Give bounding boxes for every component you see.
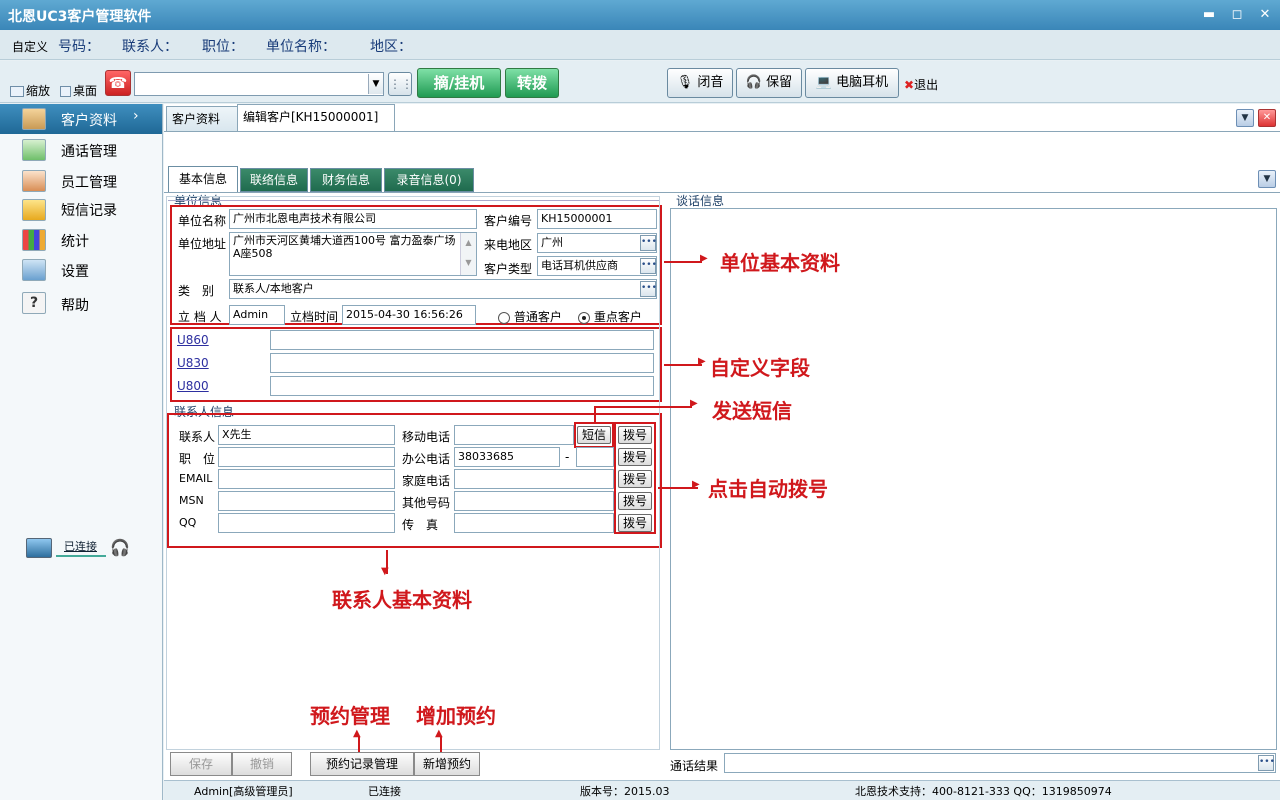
close-tab-icon[interactable]: ✕ bbox=[1258, 109, 1276, 127]
tab-recording-info[interactable]: 录音信息(0) bbox=[384, 168, 474, 192]
save-button[interactable]: 保存 bbox=[170, 752, 232, 776]
tab-contact-info[interactable]: 联络信息 bbox=[240, 168, 308, 192]
annotation-dial: 点击自动拨号 bbox=[708, 477, 828, 501]
section-talk: 谈话信息 bbox=[676, 194, 725, 208]
status-connection: 已连接 bbox=[368, 785, 401, 798]
company-label: 单位名称： bbox=[266, 39, 336, 55]
annotation-arrow bbox=[440, 736, 442, 752]
region-label: 地区： bbox=[370, 39, 412, 55]
keypad-icon[interactable]: ⋮⋮ bbox=[388, 72, 413, 96]
status-support: 北恩技术支持：400-8121-333 QQ：1319850974 bbox=[855, 785, 1112, 798]
chart-icon bbox=[22, 229, 46, 251]
sidebar-item-label: 设置 bbox=[61, 264, 89, 280]
annotation-company: 单位基本资料 bbox=[720, 251, 840, 275]
computer-headset-icon: 💻 bbox=[815, 75, 833, 90]
arrowhead-icon: ▶ bbox=[698, 356, 706, 367]
desktop-toggle[interactable]: 桌面 bbox=[60, 82, 97, 99]
appointment-manage-button[interactable]: 预约记录管理 bbox=[310, 752, 414, 776]
customer-icon bbox=[22, 108, 46, 130]
title-bar bbox=[0, 0, 1280, 30]
chevron-down-icon[interactable]: ▼ bbox=[1236, 109, 1254, 127]
shrink-icon bbox=[10, 86, 24, 97]
annotation-arrow bbox=[594, 406, 692, 408]
chevron-down-icon[interactable]: ▼ bbox=[1258, 170, 1276, 188]
undo-button[interactable]: 撤销 bbox=[232, 752, 292, 776]
sidebar-item-label: 员工管理 bbox=[61, 175, 117, 191]
shrink-toggle[interactable]: 缩放 bbox=[10, 82, 50, 99]
tab-finance-info[interactable]: 财务信息 bbox=[310, 168, 382, 192]
chevron-down-icon[interactable]: ▼ bbox=[368, 74, 383, 94]
arrowhead-icon: ▶ bbox=[690, 398, 698, 409]
headphone-icon: 🎧 bbox=[745, 75, 763, 90]
pickup-hangup-button[interactable]: 摘/挂机 bbox=[417, 68, 501, 98]
status-bar bbox=[164, 780, 1280, 800]
sidebar-item-label: 通话管理 bbox=[61, 144, 117, 160]
tab-basic-info[interactable]: 基本信息 bbox=[168, 166, 238, 192]
desktop-icon bbox=[60, 86, 71, 97]
call-result-field[interactable] bbox=[724, 753, 1276, 773]
sms-icon bbox=[22, 199, 46, 221]
computer-icon bbox=[26, 538, 52, 558]
dial-number-input[interactable] bbox=[134, 72, 384, 96]
maximize-icon[interactable]: ◻ bbox=[1228, 6, 1246, 24]
sidebar-item-label: 短信记录 bbox=[61, 203, 117, 219]
close-icon[interactable]: ✕ bbox=[1256, 6, 1274, 24]
tab-edit-customer[interactable]: 编辑客户[KH15000001] bbox=[237, 104, 395, 132]
headset-icon: 🎧 bbox=[110, 538, 130, 557]
annotation-appointment-manage: 预约管理 bbox=[310, 704, 390, 728]
sidebar-item-label: 帮助 bbox=[61, 298, 89, 314]
status-user: Admin[高级管理员] bbox=[194, 785, 293, 798]
staff-icon bbox=[22, 170, 46, 192]
number-label: 号码： bbox=[58, 39, 100, 55]
exit-icon: ✖ bbox=[904, 78, 915, 92]
annotation-arrow bbox=[358, 736, 360, 752]
connection-status: 已连接 bbox=[64, 540, 97, 553]
settings-icon bbox=[22, 259, 46, 281]
arrowhead-icon: ▶ bbox=[692, 479, 700, 490]
phone-icon[interactable]: ☎ bbox=[105, 70, 131, 96]
transfer-button[interactable]: 转拨 bbox=[505, 68, 559, 98]
sidebar-item-label: 统计 bbox=[61, 234, 89, 250]
tab-customer-list[interactable]: 客户资料 bbox=[166, 106, 238, 132]
annotation-contact: 联系人基本资料 bbox=[332, 588, 472, 612]
result-picker-icon[interactable]: ••• bbox=[1258, 755, 1275, 771]
annotation-add-appointment: 增加预约 bbox=[416, 704, 496, 728]
mute-button[interactable]: 🎙 闭音 bbox=[667, 68, 733, 98]
left-panel-frame bbox=[166, 196, 660, 750]
custom-label[interactable]: 自定义 bbox=[12, 38, 48, 55]
arrowhead-icon: ▶ bbox=[700, 253, 708, 264]
minimize-icon[interactable]: ▬ bbox=[1200, 6, 1218, 24]
exit-button[interactable]: ✖退出 bbox=[904, 76, 938, 93]
annotation-sms: 发送短信 bbox=[712, 399, 792, 423]
help-icon: ? bbox=[22, 292, 46, 314]
sidebar-item-label: 客户资料 bbox=[61, 113, 117, 129]
arrowhead-icon: ▼ bbox=[381, 566, 389, 577]
annotation-custom: 自定义字段 bbox=[710, 356, 810, 380]
status-version: 版本号：2015.03 bbox=[580, 785, 670, 798]
annotation-arrow bbox=[664, 261, 702, 263]
contact-label: 联系人： bbox=[122, 39, 178, 55]
microphone-icon: 🎙 bbox=[676, 75, 694, 90]
annotation-arrow bbox=[594, 406, 596, 424]
info-bar bbox=[0, 30, 1280, 60]
call-result-label: 通话结果 bbox=[670, 759, 719, 773]
chevron-right-icon: › bbox=[133, 108, 139, 124]
hold-button[interactable]: 🎧 保留 bbox=[736, 68, 802, 98]
position-label: 职位： bbox=[202, 39, 244, 55]
annotation-arrow bbox=[664, 364, 702, 366]
tab-divider bbox=[164, 131, 1280, 132]
app-title: 北恩UC3客户管理软件 bbox=[8, 9, 152, 25]
call-icon bbox=[22, 139, 46, 161]
pc-headset-button[interactable]: 💻 电脑耳机 bbox=[805, 68, 899, 98]
add-appointment-button[interactable]: 新增预约 bbox=[414, 752, 480, 776]
connection-line bbox=[56, 555, 106, 557]
